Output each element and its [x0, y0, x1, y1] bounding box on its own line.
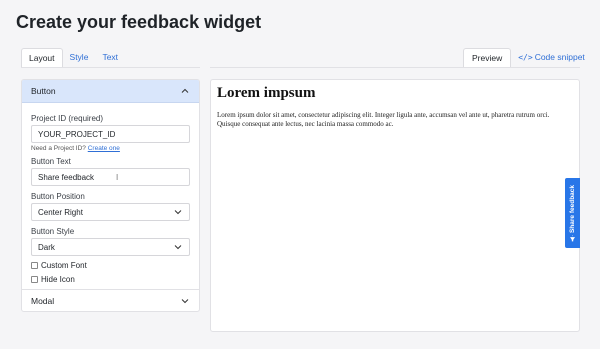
config-tabs: Layout Style Text [21, 48, 125, 67]
button-style-value: Dark [38, 242, 55, 252]
preview-heading: Lorem impsum [217, 85, 316, 101]
preview-body: Lorem ipsum dolor sit amet, consectetur … [217, 111, 550, 128]
custom-font-checkbox[interactable] [31, 262, 38, 269]
tab-style[interactable]: Style [63, 48, 96, 67]
tab-code-snippet[interactable]: </> Code snippet [511, 48, 592, 67]
code-snippet-label: Code snippet [534, 52, 585, 62]
project-id-help: Need a Project ID? Create one [31, 145, 190, 152]
view-tabs: Preview </> Code snippet [463, 48, 592, 67]
chevron-down-icon [174, 245, 182, 250]
button-text-value: Share feedback [38, 172, 95, 182]
text-cursor-icon: I [116, 172, 119, 182]
view-tabs-divider [210, 67, 580, 68]
button-position-select[interactable]: Center Right [31, 203, 190, 221]
megaphone-icon [570, 234, 575, 241]
share-feedback-widget-button[interactable]: Share feedback [565, 178, 580, 248]
page-title: Create your feedback widget [16, 12, 262, 32]
button-position-label: Button Position [31, 192, 85, 201]
button-text-input[interactable]: Share feedback I [31, 168, 190, 186]
button-section-header[interactable]: Button [22, 80, 199, 103]
chevron-down-icon [181, 299, 189, 304]
hide-icon-checkbox[interactable] [31, 276, 38, 283]
modal-section-title: Modal [31, 296, 55, 306]
custom-font-row: Custom Font [31, 261, 190, 270]
tabs-divider [21, 67, 200, 68]
tab-preview[interactable]: Preview [463, 48, 512, 67]
button-text-label: Button Text [31, 157, 71, 166]
project-id-input[interactable]: YOUR_PROJECT_ID [31, 125, 190, 143]
tab-layout[interactable]: Layout [21, 48, 63, 67]
modal-section-header[interactable]: Modal [22, 289, 199, 311]
create-one-link[interactable]: Create one [88, 145, 120, 152]
project-id-label: Project ID (required) [31, 114, 104, 123]
custom-font-label: Custom Font [41, 261, 87, 270]
project-id-value: YOUR_PROJECT_ID [38, 129, 116, 139]
button-style-select[interactable]: Dark [31, 238, 190, 256]
share-feedback-inner: Share feedback [569, 184, 576, 241]
tab-text[interactable]: Text [95, 48, 125, 67]
chevron-down-icon [174, 210, 182, 215]
button-section-title: Button [31, 86, 56, 96]
hide-icon-label: Hide Icon [41, 275, 75, 284]
settings-panel: Button Project ID (required) YOUR_PROJEC… [21, 79, 200, 312]
preview-frame: Lorem impsum Lorem ipsum dolor sit amet,… [210, 79, 580, 332]
code-icon: </> [518, 53, 533, 62]
help-text: Need a Project ID? [31, 145, 86, 152]
chevron-up-icon [181, 88, 189, 93]
hide-icon-row: Hide Icon [31, 275, 190, 284]
button-style-label: Button Style [31, 227, 75, 236]
button-section-body: Project ID (required) YOUR_PROJECT_ID Ne… [22, 103, 199, 284]
button-position-value: Center Right [38, 207, 83, 217]
share-feedback-label: Share feedback [569, 184, 576, 233]
